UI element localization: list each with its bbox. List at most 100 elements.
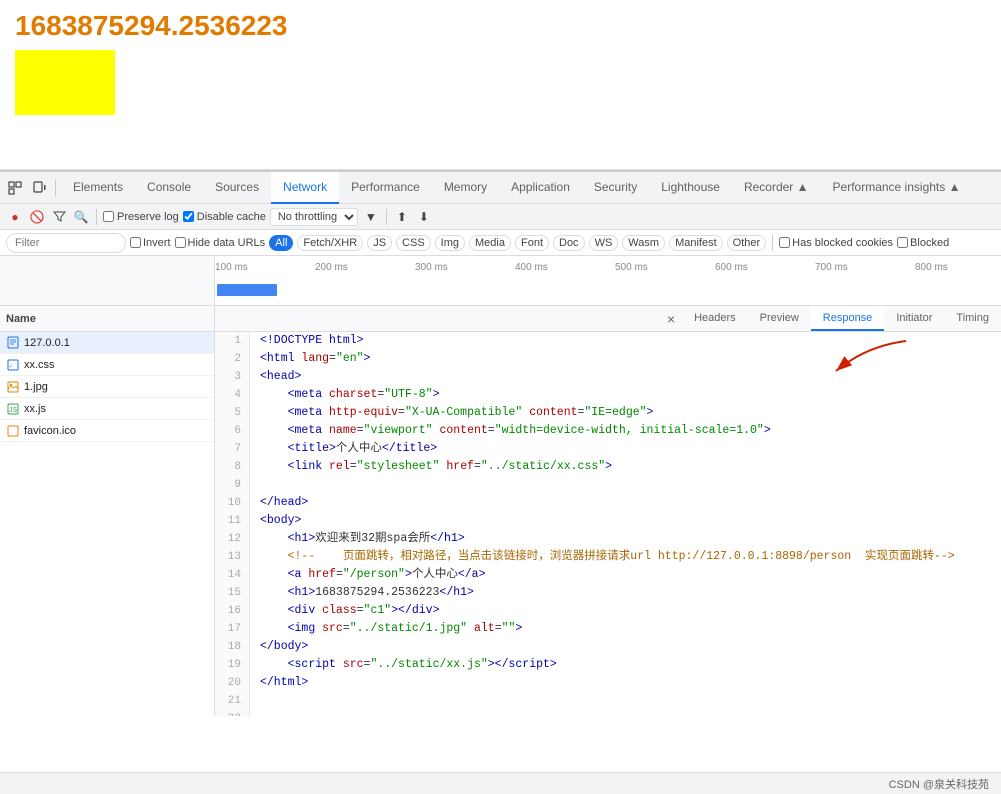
webpage-preview: 1683875294.2536223 — [0, 0, 1001, 170]
request-item-1jpg[interactable]: 1.jpg — [0, 376, 214, 398]
yellow-box — [15, 50, 115, 115]
filter-input[interactable] — [6, 233, 126, 253]
filter-chip-js[interactable]: JS — [367, 235, 392, 251]
detail-tab-timing[interactable]: Timing — [944, 306, 1001, 331]
hide-data-urls-label[interactable]: Hide data URLs — [175, 237, 266, 249]
device-toggle-btn[interactable] — [28, 177, 50, 199]
filter-chip-wasm[interactable]: Wasm — [622, 235, 665, 251]
request-list-header: Name — [0, 306, 214, 332]
code-line-10: 10 </head> — [215, 494, 1001, 512]
filter-chip-fetch[interactable]: Fetch/XHR — [297, 235, 363, 251]
req-name-127001: 127.0.0.1 — [24, 337, 70, 349]
disable-cache-label[interactable]: Disable cache — [183, 211, 266, 223]
timeline-sidebar — [0, 256, 215, 305]
ruler-mark-500: 500 ms — [615, 262, 648, 273]
hide-data-urls-checkbox[interactable] — [175, 237, 186, 248]
detail-tab-preview[interactable]: Preview — [748, 306, 811, 331]
clear-btn[interactable]: 🚫 — [28, 208, 46, 226]
tab-recorder[interactable]: Recorder ▲ — [732, 172, 821, 204]
preserve-log-checkbox[interactable] — [103, 211, 114, 222]
import-btn[interactable]: ⬆ — [393, 208, 411, 226]
hide-data-urls-text: Hide data URLs — [188, 237, 266, 249]
timeline-bar-1 — [217, 284, 277, 296]
line-code-20: </html> — [250, 674, 308, 691]
inspect-element-btn[interactable] — [4, 177, 26, 199]
ruler-mark-100: 100 ms — [215, 262, 248, 273]
filter-chip-css[interactable]: CSS — [396, 235, 431, 251]
filter-chip-manifest[interactable]: Manifest — [669, 235, 723, 251]
line-num-4: 4 — [215, 386, 250, 404]
line-code-3: <head> — [250, 368, 301, 385]
req-name-xxcss: xx.css — [24, 359, 55, 371]
net-divider-2 — [386, 209, 387, 225]
line-num-20: 20 — [215, 674, 250, 692]
req-name-xxjs: xx.js — [24, 403, 46, 415]
request-item-127001[interactable]: 127.0.0.1 — [0, 332, 214, 354]
line-num-13: 13 — [215, 548, 250, 566]
request-item-xxjs[interactable]: JS xx.js — [0, 398, 214, 420]
line-code-13: <!-- 页面跳转，相对路径，当点击该链接时，浏览器拼接请求url http:/… — [250, 548, 955, 565]
tab-console[interactable]: Console — [135, 172, 203, 204]
line-code-11: <body> — [250, 512, 301, 529]
net-divider-1 — [96, 209, 97, 225]
blocked-label[interactable]: Blocked — [897, 237, 949, 249]
filter-chip-img[interactable]: Img — [435, 235, 465, 251]
request-item-xxcss[interactable]: ✓ xx.css — [0, 354, 214, 376]
invert-checkbox[interactable] — [130, 237, 141, 248]
filter-chip-media[interactable]: Media — [469, 235, 511, 251]
detail-tab-headers[interactable]: Headers — [682, 306, 748, 331]
detail-close-btn[interactable]: × — [660, 308, 682, 330]
has-blocked-label[interactable]: Has blocked cookies — [779, 237, 893, 249]
tab-lighthouse[interactable]: Lighthouse — [649, 172, 732, 204]
line-code-15: <h1>1683875294.2536223</h1> — [250, 584, 474, 601]
blocked-checkbox[interactable] — [897, 237, 908, 248]
tab-network[interactable]: Network — [271, 172, 339, 204]
invert-label[interactable]: Invert — [130, 237, 171, 249]
line-num-16: 16 — [215, 602, 250, 620]
bottom-bar-text: CSDN @泉关科技苑 — [889, 776, 989, 792]
tab-application[interactable]: Application — [499, 172, 582, 204]
tab-sources[interactable]: Sources — [203, 172, 271, 204]
tab-performance[interactable]: Performance — [339, 172, 432, 204]
ruler-mark-400: 400 ms — [515, 262, 548, 273]
filter-chip-all[interactable]: All — [269, 235, 293, 251]
code-line-13: 13 <!-- 页面跳转，相对路径，当点击该链接时，浏览器拼接请求url htt… — [215, 548, 1001, 566]
request-item-favicon[interactable]: favicon.ico — [0, 420, 214, 442]
tab-perf-insights[interactable]: Performance insights ▲ — [821, 172, 973, 204]
code-line-11: 11 <body> — [215, 512, 1001, 530]
detail-tab-initiator[interactable]: Initiator — [884, 306, 944, 331]
tab-memory[interactable]: Memory — [432, 172, 499, 204]
preserve-log-label[interactable]: Preserve log — [103, 211, 179, 223]
export-btn[interactable]: ⬇ — [415, 208, 433, 226]
filter-chip-other[interactable]: Other — [727, 235, 767, 251]
line-num-12: 12 — [215, 530, 250, 548]
tab-security[interactable]: Security — [582, 172, 649, 204]
req-name-favicon: favicon.ico — [24, 425, 76, 437]
filter-chip-doc[interactable]: Doc — [553, 235, 585, 251]
line-code-17: <img src="../static/1.jpg" alt=""> — [250, 620, 522, 637]
code-line-12: 12 <h1>欢迎来到32期spa会所</h1> — [215, 530, 1001, 548]
disable-cache-checkbox[interactable] — [183, 211, 194, 222]
line-code-8: <link rel="stylesheet" href="../static/x… — [250, 458, 612, 475]
detail-tabs: × Headers Preview Response Initiator Tim… — [215, 306, 1001, 332]
line-num-21: 21 — [215, 692, 250, 710]
code-line-16: 16 <div class="c1"></div> — [215, 602, 1001, 620]
line-num-7: 7 — [215, 440, 250, 458]
detail-tab-response[interactable]: Response — [811, 306, 885, 331]
search-btn[interactable]: 🔍 — [72, 208, 90, 226]
line-code-7: <title>个人中心</title> — [250, 440, 437, 457]
code-line-8: 8 <link rel="stylesheet" href="../static… — [215, 458, 1001, 476]
code-line-1: 1 <!DOCTYPE html> — [215, 332, 1001, 350]
record-btn[interactable]: ● — [6, 208, 24, 226]
line-num-17: 17 — [215, 620, 250, 638]
devtools-nav-tabs: Elements Console Sources Network Perform… — [61, 172, 997, 204]
tab-elements[interactable]: Elements — [61, 172, 135, 204]
filter-chip-font[interactable]: Font — [515, 235, 549, 251]
filter-chip-ws[interactable]: WS — [589, 235, 619, 251]
throttle-dropdown-btn[interactable]: ▼ — [362, 208, 380, 226]
throttle-select[interactable]: No throttling — [270, 208, 358, 226]
code-line-3: 3 <head> — [215, 368, 1001, 386]
filter-btn[interactable] — [50, 208, 68, 226]
has-blocked-checkbox[interactable] — [779, 237, 790, 248]
devtools-panel: Elements Console Sources Network Perform… — [0, 170, 1001, 716]
